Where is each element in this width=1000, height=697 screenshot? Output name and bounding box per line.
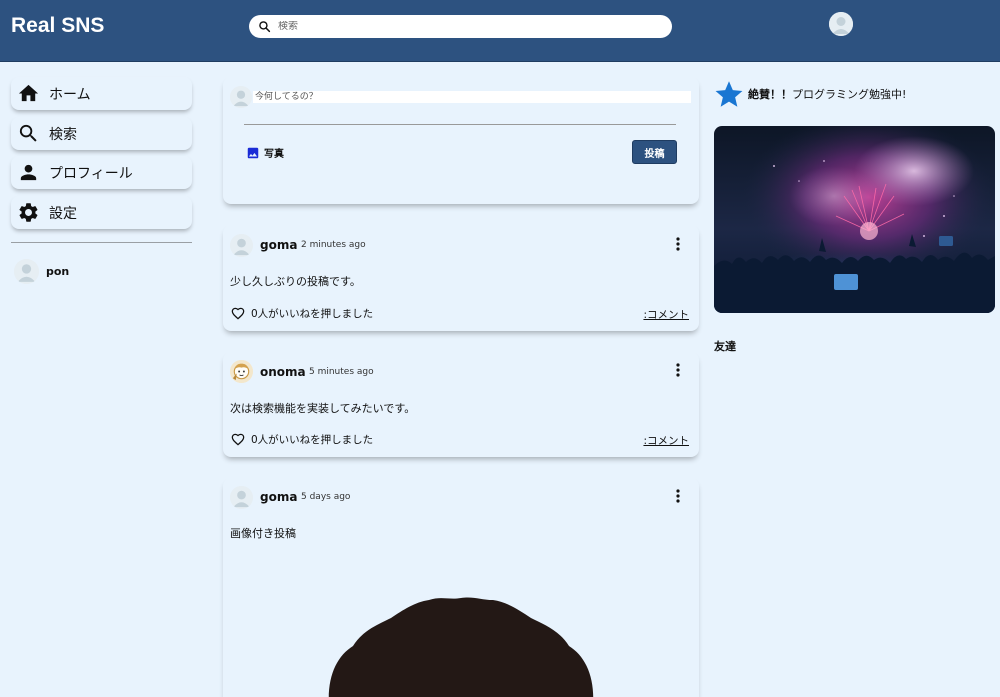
post-timestamp: 2 minutes ago bbox=[301, 240, 366, 250]
post-image[interactable] bbox=[323, 596, 599, 697]
post-username[interactable]: onoma bbox=[260, 365, 306, 379]
photo-option[interactable]: 写真 bbox=[246, 145, 284, 160]
friends-title: 友達 bbox=[714, 340, 736, 353]
heart-icon[interactable] bbox=[230, 431, 246, 447]
search-input[interactable] bbox=[278, 21, 658, 32]
post-timestamp: 5 minutes ago bbox=[309, 367, 374, 377]
more-vert-icon[interactable] bbox=[672, 236, 684, 252]
comment-link[interactable]: :コメント bbox=[643, 307, 689, 322]
share-input[interactable] bbox=[253, 91, 691, 103]
more-vert-icon[interactable] bbox=[672, 488, 684, 504]
search-bar[interactable] bbox=[249, 15, 672, 38]
avatar[interactable] bbox=[230, 486, 253, 509]
event-image bbox=[714, 126, 995, 313]
post-button[interactable]: 投稿 bbox=[632, 140, 677, 164]
post-username[interactable]: goma bbox=[260, 238, 297, 252]
avatar bbox=[230, 86, 252, 108]
share-divider bbox=[244, 124, 676, 125]
post-card: goma 5 days ago 画像付き投稿 bbox=[223, 478, 699, 697]
search-icon bbox=[19, 124, 37, 142]
app-logo[interactable]: Real SNS bbox=[11, 14, 104, 38]
top-bar: Real SNS bbox=[0, 0, 1000, 62]
comment-link[interactable]: :コメント bbox=[643, 433, 689, 448]
sidebar-item-label: 検索 bbox=[49, 126, 77, 143]
like-count: 0人がいいねを押しました bbox=[251, 433, 374, 446]
post-text: 画像付き投稿 bbox=[230, 527, 296, 540]
more-vert-icon[interactable] bbox=[672, 362, 684, 378]
post-timestamp: 5 days ago bbox=[301, 492, 351, 502]
heart-icon[interactable] bbox=[230, 305, 246, 321]
post-username[interactable]: goma bbox=[260, 490, 297, 504]
post-card: goma 2 minutes ago 少し久しぶりの投稿です。 0人がいいねを押… bbox=[223, 225, 699, 331]
photo-label: 写真 bbox=[264, 149, 284, 160]
star-icon bbox=[715, 81, 743, 107]
user-avatar[interactable] bbox=[829, 12, 853, 36]
home-icon bbox=[18, 84, 39, 102]
sidebar-item-settings[interactable]: 設定 bbox=[11, 196, 192, 229]
image-icon bbox=[247, 147, 259, 158]
post-card: onoma 5 minutes ago 次は検索機能を実装してみたいです。 0人… bbox=[223, 352, 699, 457]
sidebar-item-label: ホーム bbox=[49, 86, 91, 103]
like-section[interactable]: 0人がいいねを押しました bbox=[230, 305, 373, 321]
like-section[interactable]: 0人がいいねを押しました bbox=[230, 431, 373, 447]
sidebar-item-profile[interactable]: プロフィール bbox=[11, 156, 192, 189]
sidebar-item-search[interactable]: 検索 bbox=[11, 117, 192, 150]
share-box: 写真 投稿 bbox=[223, 77, 699, 204]
avatar[interactable] bbox=[230, 234, 253, 257]
sidebar-divider bbox=[11, 242, 192, 243]
sidebar-item-label: プロフィール bbox=[49, 165, 133, 182]
like-count: 0人がいいねを押しました bbox=[251, 307, 374, 320]
event-text-bold: 絶賛！！ bbox=[748, 88, 792, 101]
event-banner: 絶賛！！プログラミング勉強中! bbox=[714, 79, 906, 109]
sidebar-item-label: 設定 bbox=[49, 205, 77, 222]
sidebar-item-home[interactable]: ホーム bbox=[11, 77, 192, 110]
person-icon bbox=[20, 164, 37, 181]
search-icon bbox=[259, 21, 271, 33]
event-text: 絶賛！！プログラミング勉強中! bbox=[748, 86, 906, 102]
friend-name: pon bbox=[46, 265, 70, 278]
post-text: 次は検索機能を実装してみたいです。 bbox=[230, 402, 416, 415]
friend-list-item[interactable]: pon bbox=[14, 259, 69, 284]
gear-icon bbox=[19, 203, 38, 222]
avatar[interactable] bbox=[230, 360, 253, 383]
avatar bbox=[14, 259, 39, 284]
post-text: 少し久しぶりの投稿です。 bbox=[230, 275, 361, 288]
event-text-rest: プログラミング勉強中! bbox=[792, 88, 907, 101]
